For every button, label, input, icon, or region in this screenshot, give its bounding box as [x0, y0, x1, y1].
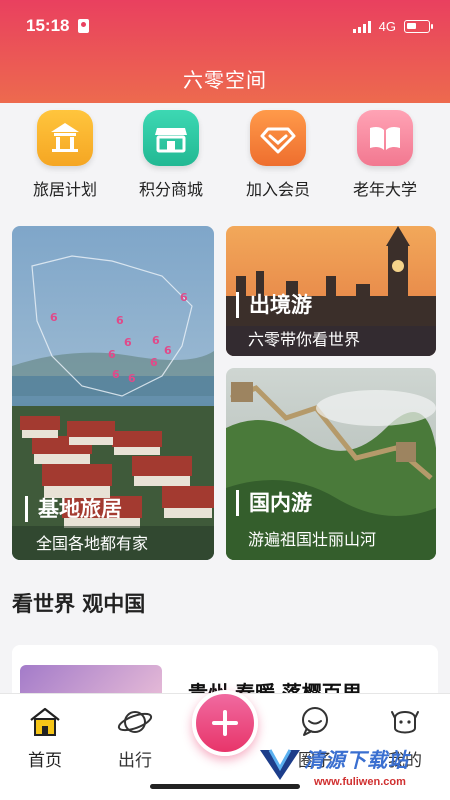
add-post-button[interactable] [192, 690, 258, 756]
card-title: 出境游 [236, 292, 312, 318]
map-marker: 6 [128, 372, 136, 385]
tab-label: 首页 [28, 751, 62, 771]
map-marker: 6 [152, 334, 160, 347]
map-marker: 6 [180, 291, 188, 304]
quick-label: 积分商城 [138, 180, 203, 199]
book-icon [357, 110, 413, 166]
watermark-url: www.fuliwen.com [314, 776, 406, 788]
card-base-living[interactable]: 6 6 6 6 6 6 6 6 6 6 基地旅居 全国各地都有家 [12, 226, 214, 560]
status-indicators: 4G [352, 19, 433, 34]
map-marker: 6 [112, 368, 120, 381]
quick-item-join-member[interactable]: 加入会员 [226, 110, 330, 200]
tab-home[interactable]: 首页 [0, 694, 90, 771]
map-marker: 6 [108, 348, 116, 361]
diamond-icon [250, 110, 306, 166]
section-title: 看世界 观中国 [12, 592, 146, 616]
card-domestic-travel[interactable]: 国内游 游遍祖国壮丽山河 [226, 368, 436, 560]
card-outbound-travel[interactable]: 出境游 六零带你看世界 [226, 226, 436, 356]
card-title: 国内游 [236, 490, 312, 516]
card-subtitle: 游遍祖国壮丽山河 [248, 530, 377, 549]
page-title: 六零空间 [183, 68, 267, 92]
watermark-logo-icon [260, 749, 300, 780]
card-title: 基地旅居 [25, 496, 122, 522]
home-indicator [150, 784, 300, 789]
chat-bubble-icon [297, 704, 333, 740]
quick-item-senior-university[interactable]: 老年大学 [333, 110, 437, 200]
status-time: 15:18 [26, 16, 70, 35]
quick-label: 老年大学 [352, 180, 417, 199]
quick-item-travel-plan[interactable]: 旅居计划 [13, 110, 117, 200]
card-subtitle: 全国各地都有家 [36, 534, 149, 553]
map-marker: 6 [150, 356, 158, 369]
quick-menu: 旅居计划 积分商城 加入会员 老年大学 [0, 110, 450, 205]
network-label: 4G [378, 19, 396, 34]
status-bar: 15:18 4G [0, 0, 450, 48]
store-icon [143, 110, 199, 166]
lock-icon [78, 19, 89, 33]
tab-label: 出行 [118, 751, 152, 771]
face-icon [387, 704, 423, 740]
map-marker: 6 [124, 336, 132, 349]
quick-label: 加入会员 [245, 180, 310, 199]
signal-icon [352, 20, 371, 33]
map-marker: 6 [116, 314, 124, 327]
quick-label: 旅居计划 [32, 180, 97, 199]
map-markers: 6 6 6 6 6 6 6 6 6 6 [50, 291, 188, 385]
map-marker: 6 [50, 311, 58, 324]
watermark-text: 清源下载站 [304, 748, 409, 772]
home-icon [27, 704, 63, 740]
planet-icon [117, 704, 153, 740]
battery-icon [404, 20, 433, 33]
app-header: 15:18 4G 六零空间 [0, 0, 450, 103]
map-marker: 6 [164, 344, 172, 357]
pavilion-icon [37, 110, 93, 166]
quick-item-points-mall[interactable]: 积分商城 [119, 110, 223, 200]
card-subtitle: 六零带你看世界 [248, 330, 361, 349]
tab-travel[interactable]: 出行 [90, 694, 180, 771]
